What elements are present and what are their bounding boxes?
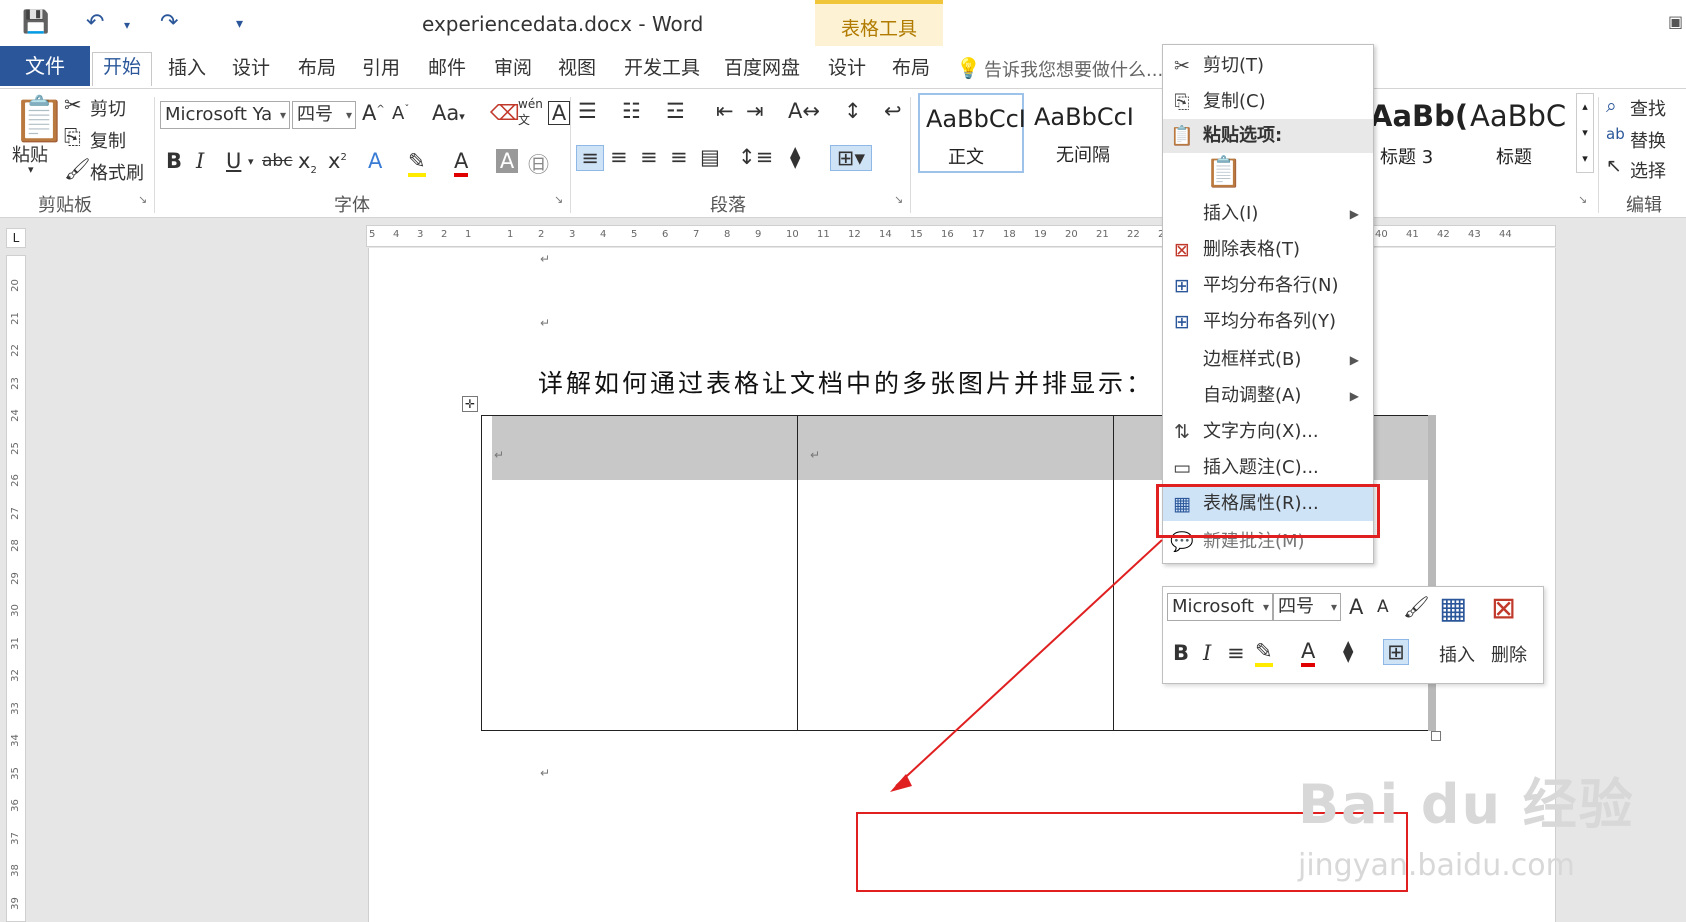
baidu-watermark: Bai du 经验	[1298, 773, 1635, 836]
baidu-watermark-url: jingyan.baidu.com	[1298, 848, 1575, 883]
